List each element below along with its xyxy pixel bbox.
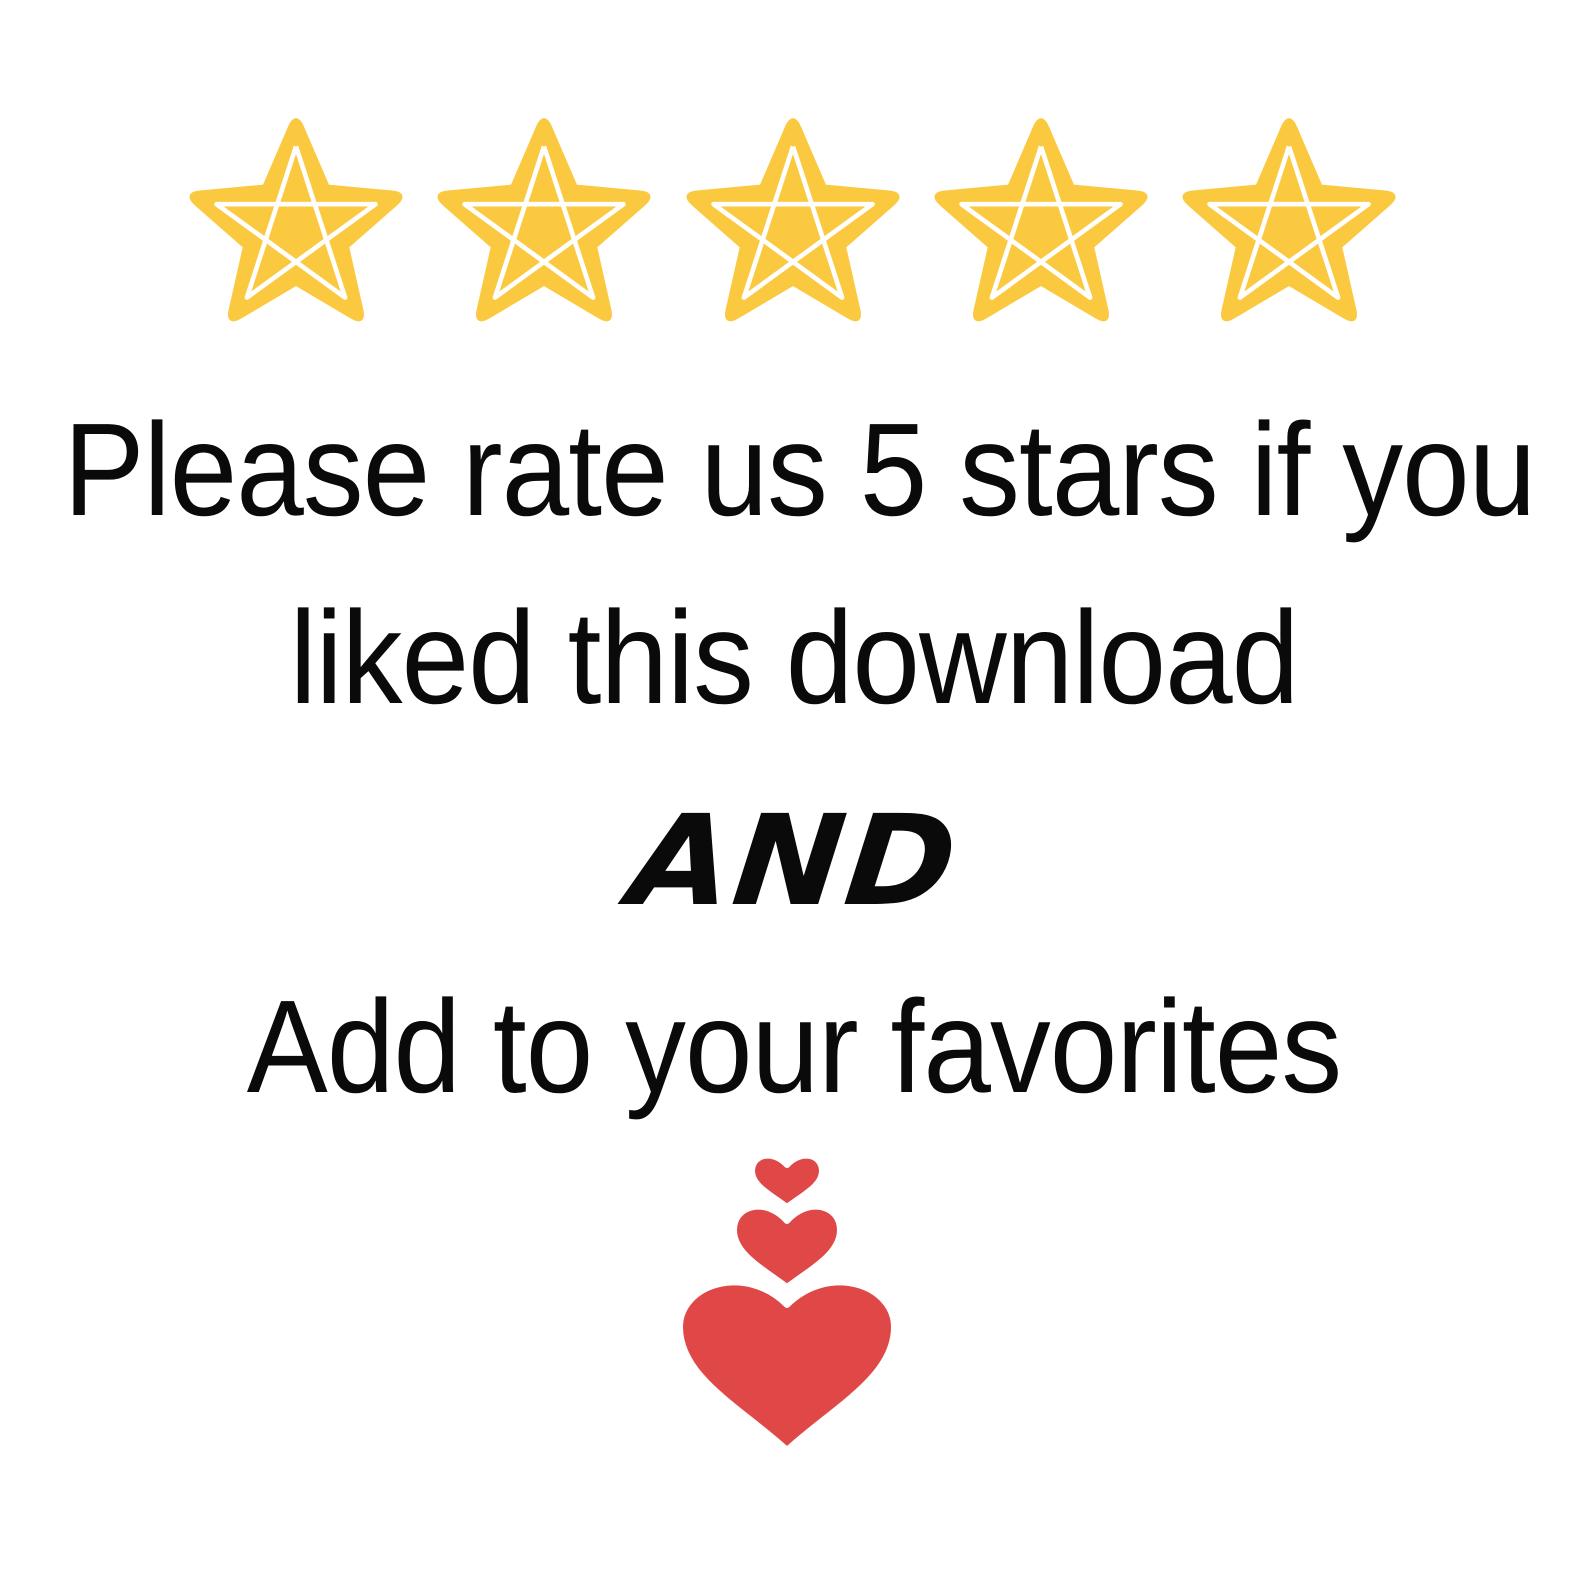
favorites-message: Add to your favorites bbox=[246, 973, 1342, 1120]
star-icon bbox=[677, 114, 909, 346]
heart-small-icon bbox=[749, 1152, 825, 1210]
star-icon bbox=[925, 114, 1157, 346]
rate-message-line-2: liked this download bbox=[289, 584, 1300, 731]
star-icon bbox=[428, 114, 660, 346]
hearts-icon bbox=[670, 1145, 915, 1465]
heart-large-icon bbox=[677, 1279, 897, 1453]
and-heading: AND bbox=[622, 789, 966, 934]
star-icon bbox=[180, 114, 412, 346]
rate-message-line-1: Please rate us 5 stars if you bbox=[63, 396, 1537, 543]
star-rating bbox=[180, 112, 1405, 347]
heart-medium-icon bbox=[731, 1203, 843, 1290]
star-icon bbox=[1173, 114, 1405, 346]
